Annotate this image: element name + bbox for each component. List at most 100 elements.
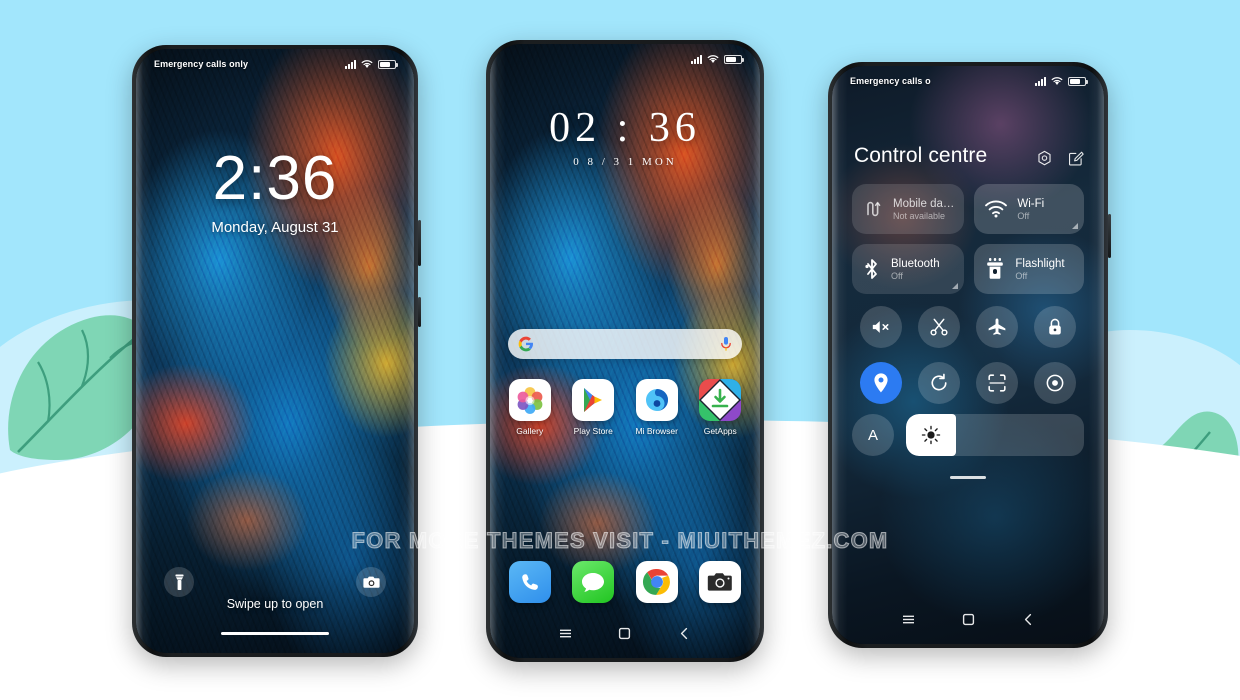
lock-icon: [1049, 318, 1061, 335]
tile-expand-indicator[interactable]: [952, 283, 959, 289]
tile-flashlight[interactable]: Flashlight Off: [974, 244, 1084, 294]
tile-title: Bluetooth: [891, 257, 940, 270]
tile-status: Off: [1017, 210, 1030, 221]
toggle-location[interactable]: [860, 362, 902, 404]
app-label: Mi Browser: [635, 426, 678, 436]
toggle-screen-record[interactable]: [1034, 362, 1076, 404]
camera-app-icon: [708, 573, 733, 591]
chevron-left-icon[interactable]: [678, 627, 691, 640]
lock-clock: 2:36: [212, 144, 338, 213]
battery-icon: [724, 54, 744, 64]
menu-icon[interactable]: [559, 627, 572, 640]
play-store-icon: [584, 388, 603, 412]
app-icon-play-store[interactable]: Play Store: [564, 379, 624, 436]
app-icon-getapps[interactable]: GetApps: [691, 379, 751, 436]
tile-status: Off: [891, 270, 903, 281]
tile-wifi[interactable]: Wi-Fi Off: [974, 184, 1084, 234]
microphone-icon[interactable]: [720, 336, 732, 352]
control-centre-drag-handle[interactable]: [950, 476, 986, 479]
status-bar-lock: Emergency calls only: [136, 49, 414, 79]
toggle-lock-screen[interactable]: [1034, 306, 1076, 348]
phone-icon: [521, 574, 538, 590]
bluetooth-icon: [865, 259, 877, 279]
toggle-airplane-mode[interactable]: [976, 306, 1018, 348]
auto-brightness-label: A: [867, 426, 878, 444]
mi-browser-icon: [645, 389, 668, 411]
flashlight-icon: [987, 258, 1004, 279]
brightness-slider[interactable]: [906, 414, 1084, 456]
app-icon-mi-browser[interactable]: Mi Browser: [627, 379, 687, 436]
wifi-icon: [707, 55, 719, 63]
app-icon-gallery[interactable]: Gallery: [500, 379, 560, 436]
phone-home-screen: 02 : 36 0 8 / 3 1 MON Gallery Play Store…: [486, 40, 764, 662]
gallery-icon: [517, 387, 543, 414]
app-label: GetApps: [703, 426, 737, 436]
chevron-left-icon[interactable]: [1022, 613, 1035, 626]
square-icon[interactable]: [962, 613, 975, 626]
toggle-silent[interactable]: [860, 306, 902, 348]
power-button[interactable]: [418, 297, 421, 327]
navigation-bar-control-centre: [832, 613, 1104, 626]
wifi-icon: [1051, 77, 1063, 85]
lock-screen: Emergency calls only 2:36 Monday, August…: [136, 49, 414, 653]
tile-status: Not available: [893, 210, 946, 221]
airplane-icon: [988, 318, 1006, 335]
wifi-icon: [361, 60, 373, 68]
dock-icon-messages[interactable]: [572, 561, 615, 603]
gear-icon[interactable]: [1036, 150, 1053, 167]
status-bar-control-centre: Emergency calls o: [832, 66, 1104, 96]
navigation-bar-home: [490, 627, 760, 640]
quick-setting-tiles: Mobile da… Not available Wi-Fi Off Bluet…: [852, 184, 1084, 294]
record-icon: [1046, 374, 1064, 392]
wifi-icon: [985, 200, 1008, 218]
camera-shortcut-button[interactable]: [356, 567, 386, 597]
home-screen: 02 : 36 0 8 / 3 1 MON Gallery Play Store…: [490, 44, 760, 658]
messages-icon: [582, 573, 605, 592]
mute-icon: [872, 321, 889, 333]
volume-button[interactable]: [418, 220, 421, 266]
app-label: Gallery: [516, 426, 544, 436]
control-centre-screen: Emergency calls o Control centre Mobile …: [832, 66, 1104, 644]
swipe-hint-label: Swipe up to open: [226, 597, 324, 611]
home-date-widget[interactable]: 0 8 / 3 1 MON: [490, 156, 760, 168]
square-icon[interactable]: [618, 627, 631, 640]
menu-icon[interactable]: [902, 613, 915, 626]
location-icon: [874, 373, 888, 393]
status-bar-home: [490, 44, 760, 74]
dock-icon-chrome[interactable]: [635, 561, 678, 603]
tile-bluetooth[interactable]: Bluetooth Off: [852, 244, 965, 294]
page-title: Control centre: [854, 144, 988, 167]
signal-bars-icon: [691, 54, 702, 64]
battery-icon: [378, 59, 398, 69]
tile-title: Wi-Fi: [1017, 197, 1045, 210]
chrome-icon: [642, 568, 670, 595]
brightness-slider-fill: [906, 414, 956, 456]
dock-icon-camera[interactable]: [699, 561, 742, 603]
scan-icon: [988, 374, 1006, 392]
flashlight-shortcut-button[interactable]: [164, 567, 194, 597]
tile-title: Flashlight: [1015, 257, 1065, 270]
dock: [500, 561, 750, 603]
home-clock-widget[interactable]: 02 : 36: [490, 104, 760, 152]
control-centre-actions: [1036, 150, 1084, 167]
dock-icon-phone[interactable]: [508, 561, 551, 603]
auto-brightness-button[interactable]: A: [852, 414, 894, 456]
lock-date: Monday, August 31: [211, 219, 339, 236]
scissors-icon: [930, 318, 948, 336]
battery-icon: [1068, 76, 1088, 86]
flashlight-icon: [175, 574, 183, 590]
google-search-bar[interactable]: [508, 329, 742, 359]
toggle-scan[interactable]: [976, 362, 1018, 404]
toggle-screenshot[interactable]: [918, 306, 960, 348]
brightness-sun-icon: [921, 425, 941, 445]
app-grid: Gallery Play Store Mi Browser GetApps: [500, 379, 750, 436]
volume-button[interactable]: [1108, 214, 1111, 258]
toggle-auto-rotate[interactable]: [918, 362, 960, 404]
rotate-icon: [931, 373, 947, 391]
tile-mobile-data[interactable]: Mobile da… Not available: [852, 184, 965, 234]
google-g-icon: [518, 336, 533, 352]
edit-icon[interactable]: [1067, 150, 1084, 167]
home-indicator[interactable]: [221, 631, 329, 635]
tile-expand-indicator[interactable]: [1072, 223, 1078, 229]
app-label: Play Store: [573, 426, 613, 436]
